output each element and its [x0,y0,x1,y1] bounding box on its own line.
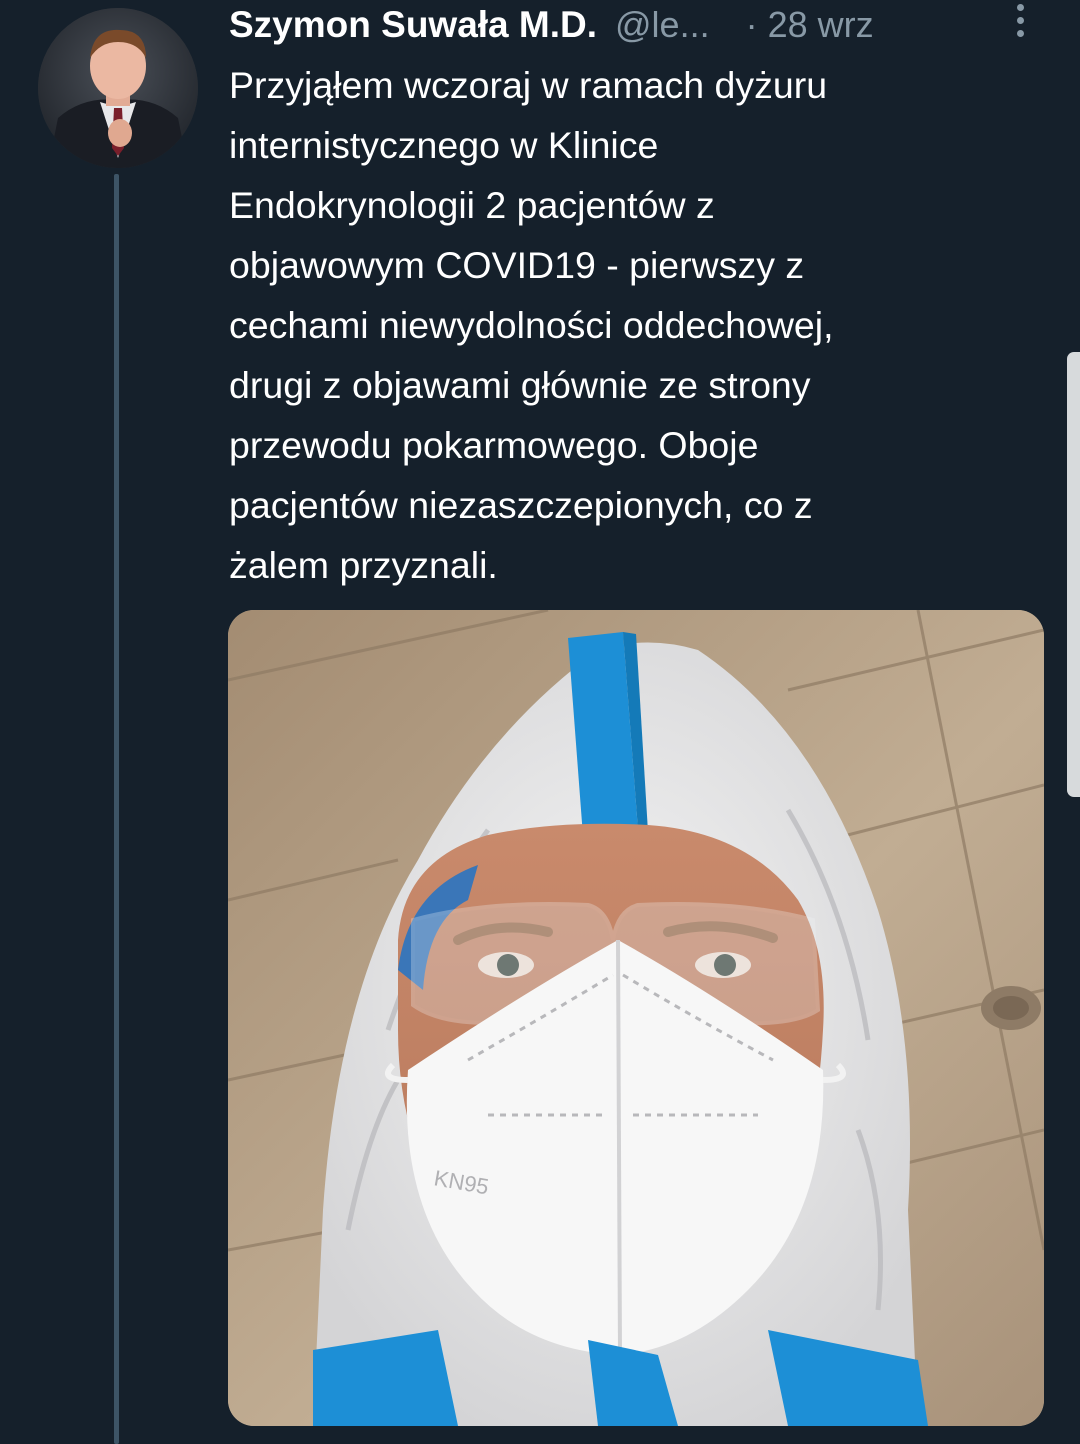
tweet[interactable]: Szymon Suwała M.D. @le... · 28 wrz Przyj… [0,0,1080,1444]
scrollbar[interactable] [1067,352,1080,797]
display-name[interactable]: Szymon Suwała M.D. [229,4,597,46]
thread-line [114,174,119,1444]
tweet-header: Szymon Suwała M.D. @le... · 28 wrz [229,0,1039,50]
timestamp[interactable]: · 28 wrz [746,4,874,46]
user-handle[interactable]: @le... [615,4,710,46]
tweet-text: Przyjąłem wczoraj w ramach dyżuru intern… [229,64,834,586]
vertical-ellipsis-icon[interactable] [1010,4,1030,44]
avatar[interactable] [38,8,198,168]
tweet-photo[interactable]: KN95 [228,610,1044,1426]
